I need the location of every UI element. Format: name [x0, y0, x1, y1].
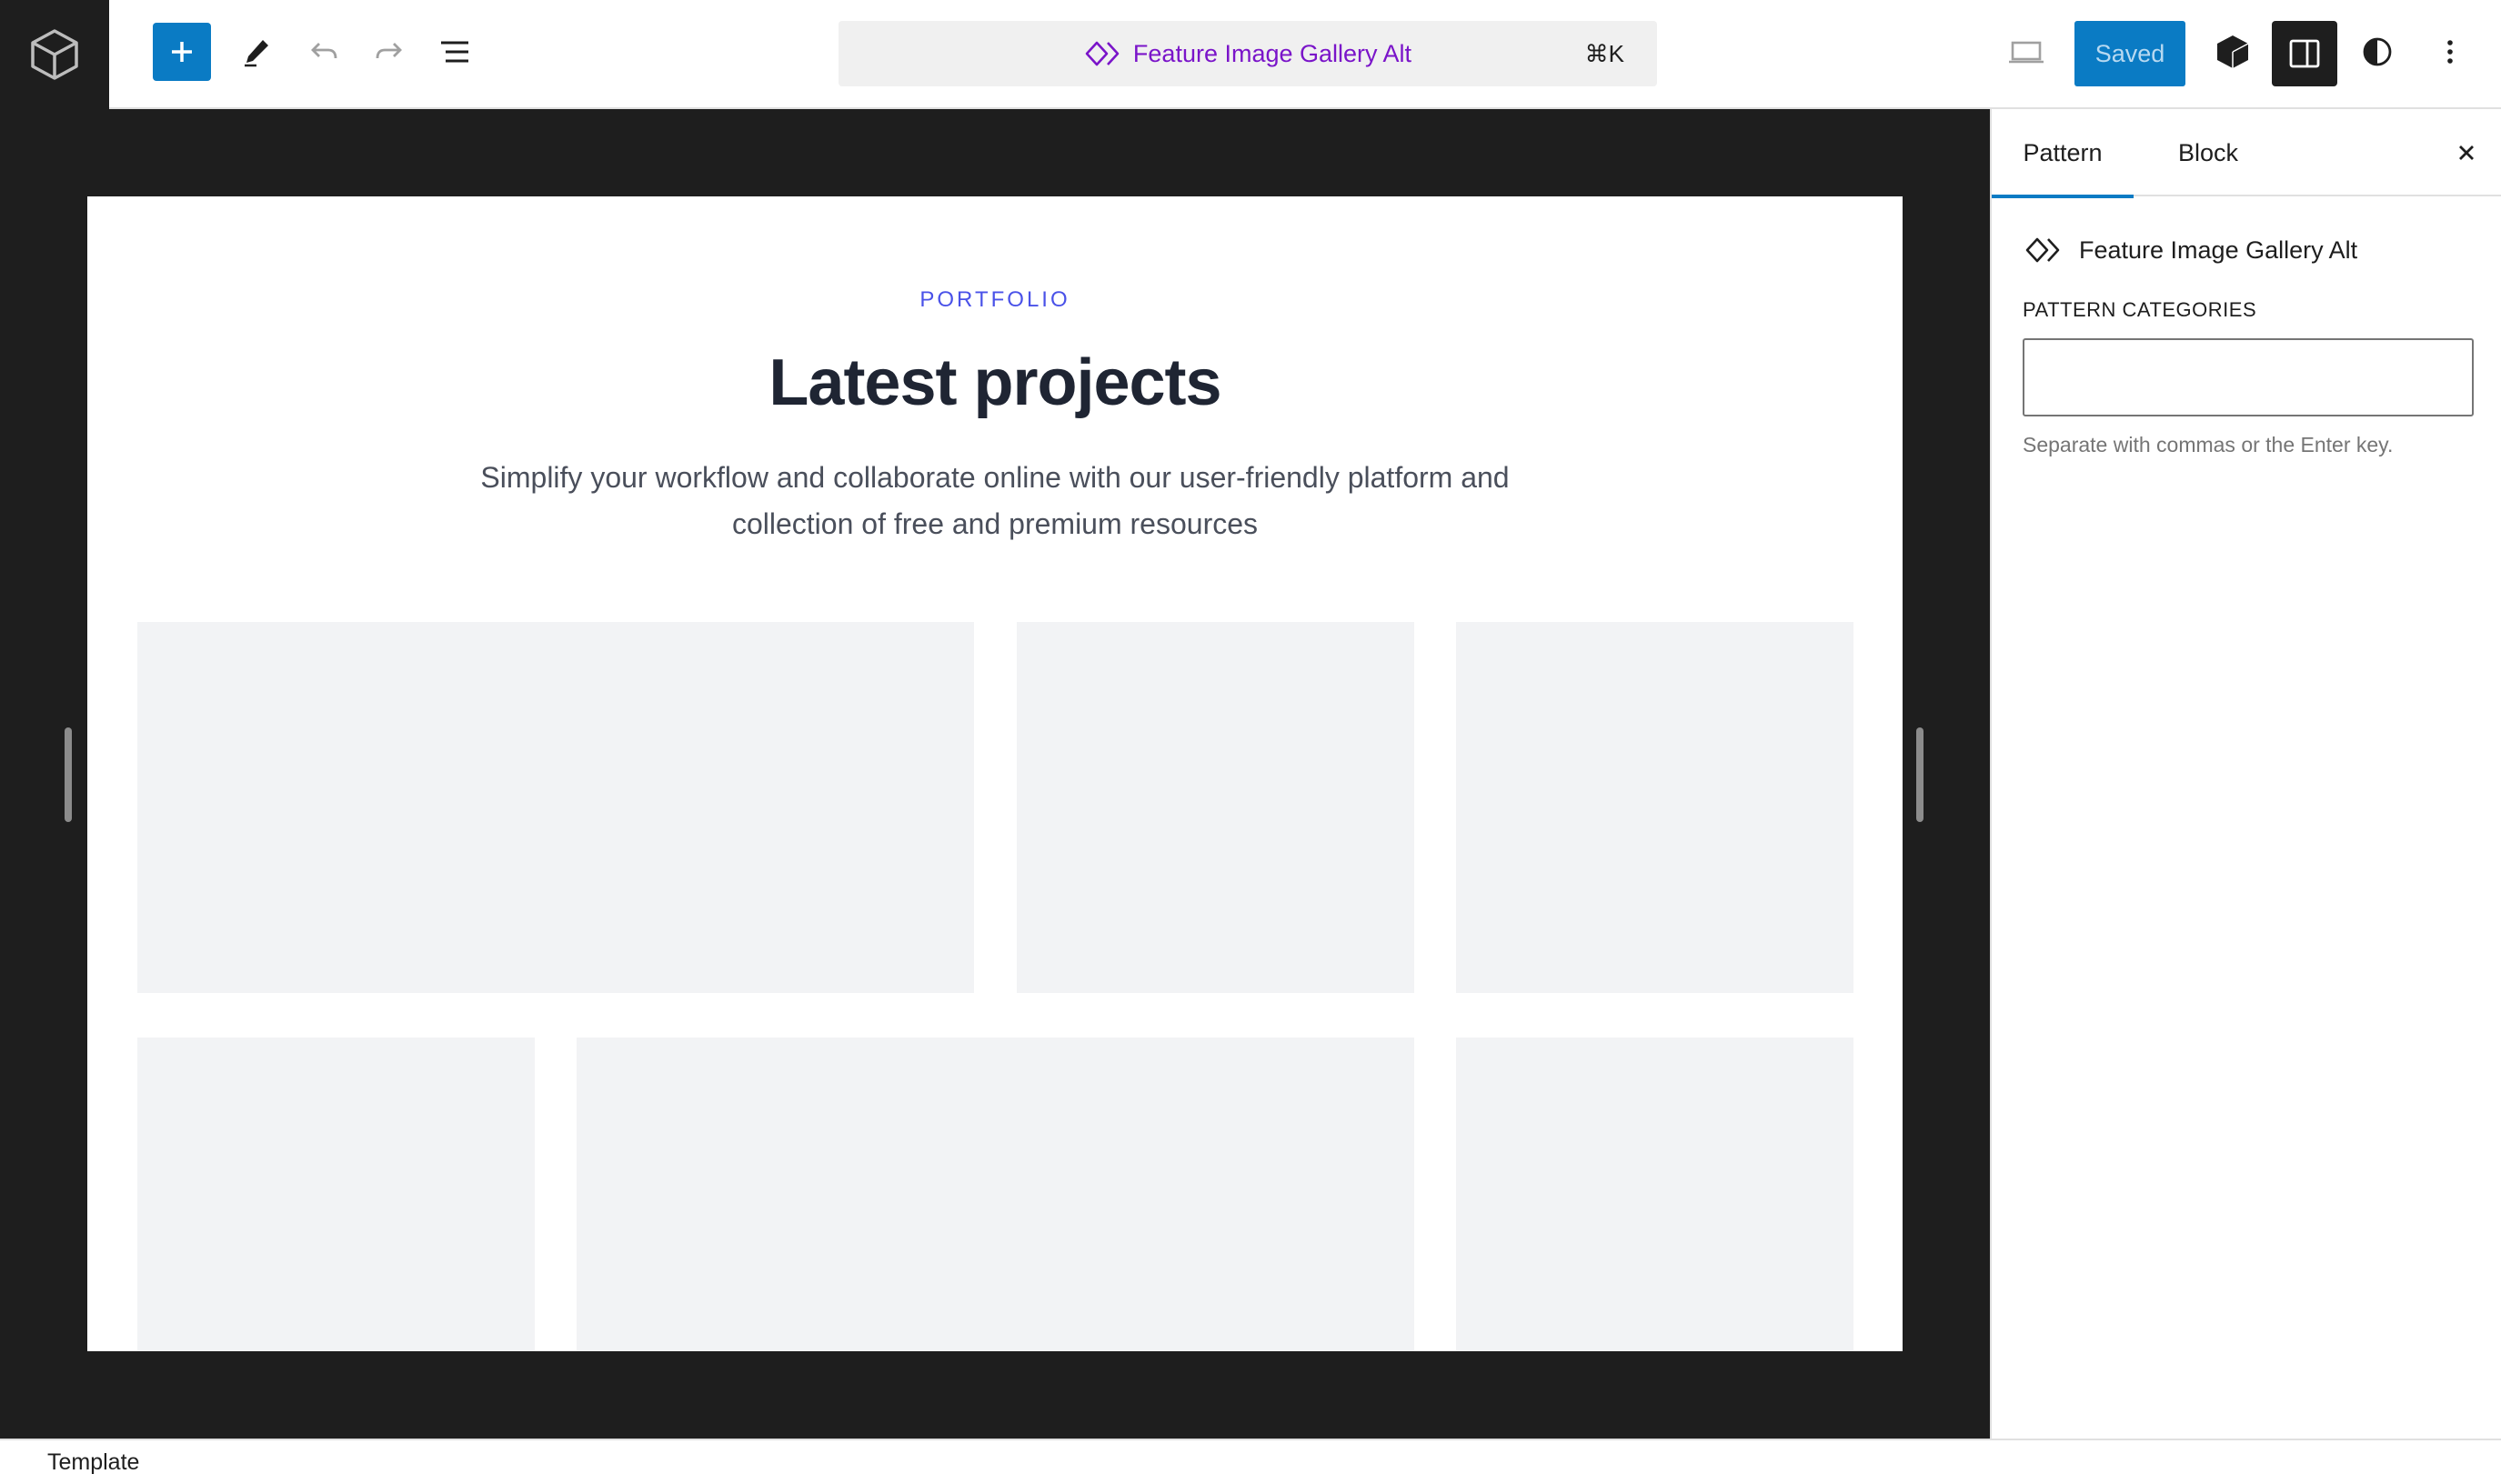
section-eyebrow[interactable]: PORTFOLIO [87, 287, 1903, 313]
gallery-image-placeholder[interactable] [137, 1038, 535, 1351]
close-icon [2459, 145, 2474, 160]
canvas-resize-handle-right[interactable] [1916, 727, 1923, 822]
command-palette-button[interactable]: Feature Image Gallery Alt ⌘K [839, 21, 1657, 86]
gallery-image-placeholder[interactable] [1456, 622, 1853, 993]
canvas-resize-handle-left[interactable] [65, 727, 72, 822]
save-button[interactable]: Saved [2074, 21, 2185, 86]
template-page: PORTFOLIO Latest projects Simplify your … [87, 196, 1903, 1351]
more-vertical-icon [2447, 40, 2453, 64]
sidebar-tabs: Pattern Block [1992, 109, 2501, 198]
options-menu-button[interactable] [2421, 23, 2479, 81]
pattern-categories-input[interactable] [2023, 338, 2474, 416]
preview-button[interactable] [1997, 23, 2055, 81]
pattern-diamond-icon [1085, 41, 1120, 66]
gallery-image-placeholder[interactable] [577, 1038, 1414, 1351]
add-block-button[interactable] [153, 23, 211, 81]
editor-toolbar: Feature Image Gallery Alt ⌘K Saved [0, 0, 2501, 109]
sidebar-icon [2289, 39, 2320, 68]
pattern-categories-help: Separate with commas or the Enter key. [2023, 433, 2394, 456]
list-view-button[interactable] [426, 23, 484, 81]
undo-icon [311, 43, 337, 59]
cube-logo-icon [31, 29, 78, 80]
list-view-icon [441, 41, 468, 63]
document-title: Feature Image Gallery Alt [1132, 39, 1412, 67]
pencil-icon [245, 40, 268, 67]
redo-icon [376, 43, 402, 59]
section-heading[interactable]: Latest projects [87, 346, 1903, 420]
site-icon-button[interactable] [0, 0, 109, 109]
block-cube-icon [2217, 35, 2249, 68]
half-circle-contrast-icon [2363, 37, 2392, 66]
close-sidebar-button[interactable] [2437, 124, 2496, 182]
editor-canvas: PORTFOLIO Latest projects Simplify your … [0, 109, 1990, 1439]
gallery-image-placeholder[interactable] [1456, 1038, 1853, 1351]
keyboard-shortcut: ⌘K [1584, 40, 1624, 67]
plugin-button[interactable] [2204, 23, 2262, 81]
laptop-icon [2009, 41, 2044, 64]
plus-icon [172, 42, 192, 62]
undo-button[interactable] [295, 23, 353, 81]
gallery-image-placeholder[interactable] [137, 622, 974, 993]
breadcrumb-template[interactable]: Template [47, 1440, 139, 1484]
pattern-name: Feature Image Gallery Alt [2079, 236, 2358, 264]
gallery-image-placeholder[interactable] [1017, 622, 1414, 993]
settings-sidebar-toggle[interactable] [2272, 21, 2337, 86]
pattern-info: Feature Image Gallery Alt [2024, 227, 2357, 273]
styles-button[interactable] [2348, 23, 2406, 81]
pattern-categories-label: PATTERN CATEGORIES [2023, 298, 2257, 321]
status-footer: Template [0, 1439, 2501, 1484]
redo-button[interactable] [360, 23, 418, 81]
command-title-group: Feature Image Gallery Alt [839, 21, 1657, 86]
tools-button[interactable] [227, 23, 286, 81]
tab-block[interactable]: Block [2161, 109, 2255, 196]
pattern-diamond-icon [2025, 237, 2060, 263]
tab-pattern[interactable]: Pattern [1992, 109, 2134, 198]
section-intro[interactable]: Simplify your workflow and collaborate o… [433, 455, 1557, 547]
settings-sidebar: Pattern Block Feature Image Gallery Alt … [1990, 109, 2501, 1439]
